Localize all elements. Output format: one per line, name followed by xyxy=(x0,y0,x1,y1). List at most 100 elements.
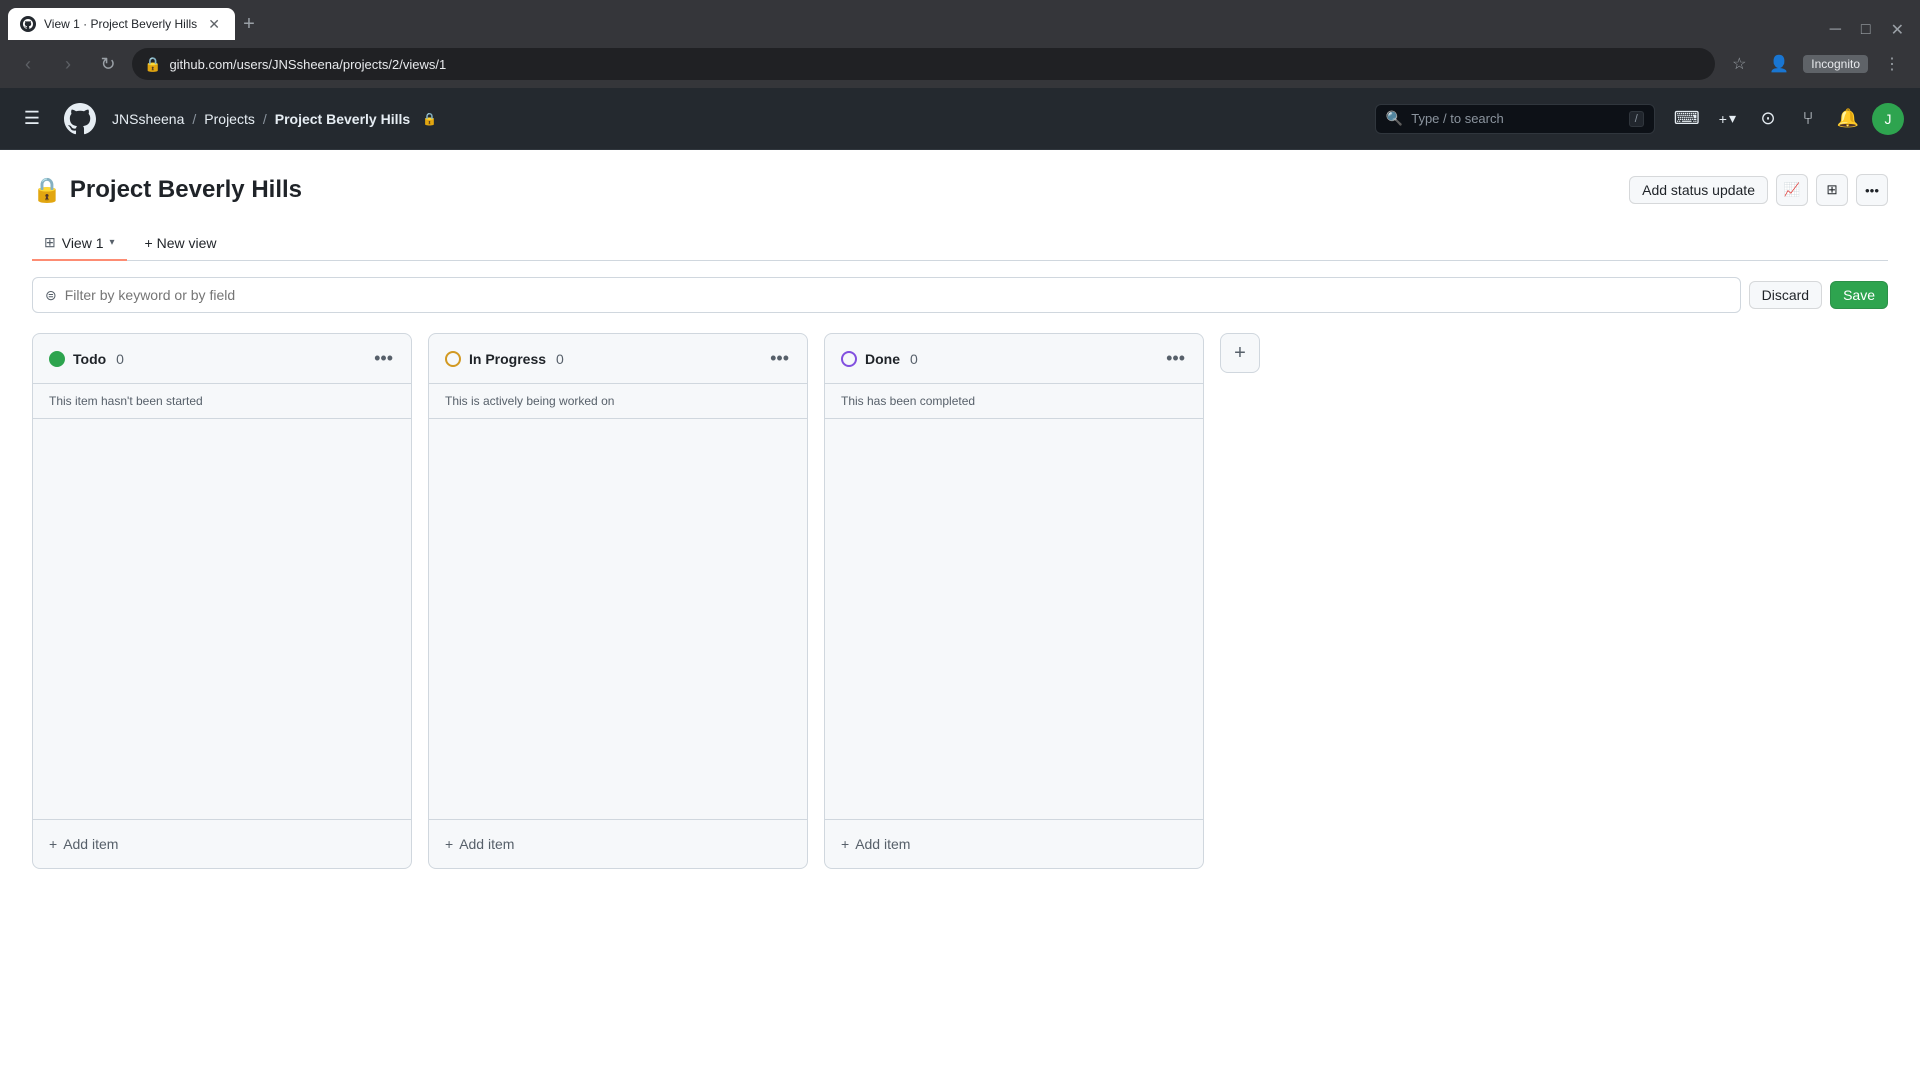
done-add-item-button[interactable]: + Add item xyxy=(841,832,1187,856)
header-actions: ⌨ + ▾ ⊙ ⑂ 🔔 J xyxy=(1671,103,1904,135)
in-progress-add-icon: + xyxy=(445,836,453,852)
in-progress-add-item-button[interactable]: + Add item xyxy=(445,832,791,856)
profile-button[interactable]: 👤 xyxy=(1763,48,1795,80)
todo-menu-button[interactable]: ••• xyxy=(372,346,395,371)
column-todo-header: Todo 0 ••• xyxy=(33,334,411,384)
terminal-button[interactable]: ⌨ xyxy=(1671,103,1703,135)
column-done-header: Done 0 ••• xyxy=(825,334,1203,384)
column-in-progress: In Progress 0 ••• This is actively being… xyxy=(428,333,808,869)
notifications-button[interactable]: 🔔 xyxy=(1832,103,1864,135)
tab-title: View 1 · Project Beverly Hills xyxy=(44,17,197,31)
breadcrumb-sep2: / xyxy=(263,111,267,127)
done-title: Done xyxy=(865,351,900,367)
todo-add-label: Add item xyxy=(63,836,118,852)
column-in-progress-header: In Progress 0 ••• xyxy=(429,334,807,384)
view-tabs: ⊞ View 1 ▾ + New view xyxy=(32,226,1888,261)
view-1-chevron-icon: ▾ xyxy=(110,237,115,248)
discard-button[interactable]: Discard xyxy=(1749,281,1822,309)
forward-button[interactable]: › xyxy=(52,48,84,80)
create-new-button[interactable]: + ▾ xyxy=(1711,106,1744,131)
search-icon: 🔍 xyxy=(1386,110,1403,127)
search-placeholder-text: Type / to search xyxy=(1411,111,1621,126)
url-text: github.com/users/JNSsheena/projects/2/vi… xyxy=(169,57,1703,72)
breadcrumb: JNSsheena / Projects / Project Beverly H… xyxy=(112,111,437,127)
in-progress-count: 0 xyxy=(556,351,564,367)
project-more-button[interactable]: ••• xyxy=(1856,174,1888,206)
project-lock-icon: 🔒 xyxy=(32,176,62,205)
add-column-button[interactable]: + xyxy=(1220,333,1260,373)
user-avatar[interactable]: J xyxy=(1872,103,1904,135)
done-menu-button[interactable]: ••• xyxy=(1164,346,1187,371)
close-button[interactable]: ✕ xyxy=(1883,20,1912,40)
in-progress-description: This is actively being worked on xyxy=(429,384,807,419)
filter-input-wrapper: ⊜ xyxy=(32,277,1741,313)
search-shortcut-badge: / xyxy=(1629,111,1644,127)
column-done: Done 0 ••• This has been completed + Add… xyxy=(824,333,1204,869)
board-icon: ⊞ xyxy=(44,234,56,251)
table-icon: ⊞ xyxy=(1826,182,1837,198)
issues-button[interactable]: ⊙ xyxy=(1752,103,1784,135)
todo-count: 0 xyxy=(116,351,124,367)
more-button[interactable]: ⋮ xyxy=(1876,48,1908,80)
save-button[interactable]: Save xyxy=(1830,281,1888,309)
new-tab-button[interactable]: + xyxy=(235,8,263,40)
refresh-button[interactable]: ↻ xyxy=(92,48,124,80)
todo-description: This item hasn't been started xyxy=(33,384,411,419)
in-progress-footer: + Add item xyxy=(429,819,807,868)
kanban-board: Todo 0 ••• This item hasn't been started… xyxy=(32,333,1888,869)
table-view-button[interactable]: ⊞ xyxy=(1816,174,1848,206)
pullrequest-button[interactable]: ⑂ xyxy=(1792,103,1824,135)
in-progress-status-icon xyxy=(445,351,461,367)
todo-add-icon: + xyxy=(49,836,57,852)
in-progress-menu-button[interactable]: ••• xyxy=(768,346,791,371)
filter-input[interactable] xyxy=(65,287,1728,303)
breadcrumb-current: Project Beverly Hills xyxy=(275,111,410,127)
global-search[interactable]: 🔍 Type / to search / xyxy=(1375,104,1655,134)
breadcrumb-user[interactable]: JNSsheena xyxy=(112,111,184,127)
minimize-button[interactable]: ─ xyxy=(1822,21,1849,39)
tab-close-button[interactable]: ✕ xyxy=(205,15,223,33)
maximize-button[interactable]: □ xyxy=(1853,21,1879,39)
github-logo xyxy=(64,103,96,135)
breadcrumb-projects[interactable]: Projects xyxy=(204,111,255,127)
chart-view-button[interactable]: 📈 xyxy=(1776,174,1808,206)
done-add-label: Add item xyxy=(855,836,910,852)
todo-body xyxy=(33,419,411,819)
active-tab[interactable]: View 1 · Project Beverly Hills ✕ xyxy=(8,8,235,40)
filter-icon: ⊜ xyxy=(45,287,57,304)
add-status-update-button[interactable]: Add status update xyxy=(1629,176,1768,204)
done-description: This has been completed xyxy=(825,384,1203,419)
in-progress-title: In Progress xyxy=(469,351,546,367)
project-title: 🔒 Project Beverly Hills xyxy=(32,176,302,205)
nav-actions: ☆ 👤 Incognito ⋮ xyxy=(1723,48,1908,80)
more-icon: ••• xyxy=(1865,183,1879,198)
todo-title: Todo xyxy=(73,351,106,367)
done-footer: + Add item xyxy=(825,819,1203,868)
breadcrumb-lock-icon: 🔒 xyxy=(422,112,437,126)
bookmark-button[interactable]: ☆ xyxy=(1723,48,1755,80)
todo-add-item-button[interactable]: + Add item xyxy=(49,832,395,856)
new-view-button[interactable]: + New view xyxy=(135,229,227,257)
hamburger-menu-button[interactable]: ☰ xyxy=(16,103,48,135)
tab-bar: View 1 · Project Beverly Hills ✕ + ─ □ ✕ xyxy=(0,0,1920,40)
view-1-label: View 1 xyxy=(62,235,104,251)
window-controls: ─ □ ✕ xyxy=(1814,20,1920,40)
done-status-icon xyxy=(841,351,857,367)
github-page: ☰ JNSsheena / Projects / Project Beverly… xyxy=(0,88,1920,1080)
filter-bar: ⊜ Discard Save xyxy=(32,277,1888,313)
back-button[interactable]: ‹ xyxy=(12,48,44,80)
plus-label: + xyxy=(1719,111,1727,127)
view-1-tab[interactable]: ⊞ View 1 ▾ xyxy=(32,226,127,261)
todo-status-icon xyxy=(49,351,65,367)
github-header: ☰ JNSsheena / Projects / Project Beverly… xyxy=(0,88,1920,150)
column-todo: Todo 0 ••• This item hasn't been started… xyxy=(32,333,412,869)
in-progress-add-label: Add item xyxy=(459,836,514,852)
address-bar[interactable]: 🔒 github.com/users/JNSsheena/projects/2/… xyxy=(132,48,1715,80)
chart-icon: 📈 xyxy=(1784,182,1801,198)
nav-bar: ‹ › ↻ 🔒 github.com/users/JNSsheena/proje… xyxy=(0,40,1920,88)
done-add-icon: + xyxy=(841,836,849,852)
tab-favicon xyxy=(20,16,36,32)
in-progress-body xyxy=(429,419,807,819)
project-header: 🔒 Project Beverly Hills Add status updat… xyxy=(32,174,1888,206)
project-title-text: Project Beverly Hills xyxy=(70,176,302,204)
